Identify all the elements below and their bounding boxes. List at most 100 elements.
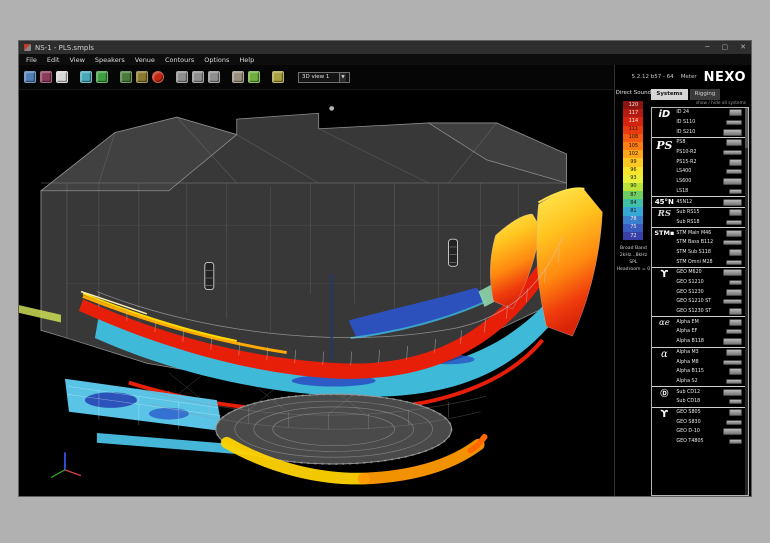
listener-position-3-icon[interactable] bbox=[208, 71, 220, 83]
scale-band: 99 bbox=[623, 158, 643, 166]
mapping-icon[interactable] bbox=[136, 71, 148, 83]
tab-systems[interactable]: Systems bbox=[651, 89, 687, 100]
palette-item[interactable]: GEO S805 bbox=[676, 408, 745, 418]
palette-item[interactable]: Alpha S2 bbox=[676, 377, 745, 387]
menu-options[interactable]: Options bbox=[204, 56, 229, 64]
speaker-thumbnail bbox=[729, 368, 742, 375]
palette-item[interactable]: Alpha M3 bbox=[676, 348, 745, 358]
palette-item[interactable]: LS18 bbox=[676, 187, 745, 197]
menu-help[interactable]: Help bbox=[239, 56, 254, 64]
maximize-button[interactable]: ▢ bbox=[722, 41, 729, 54]
palette-item[interactable]: Alpha B118 bbox=[676, 337, 745, 347]
viewport-3d[interactable] bbox=[19, 90, 614, 496]
window-title: NS-1 - PLS.smpls bbox=[35, 44, 94, 52]
series-logo-text: Ⓓ bbox=[660, 388, 668, 399]
speaker-thumbnail bbox=[726, 349, 742, 356]
palette-item[interactable]: STM Main M46 bbox=[676, 228, 745, 238]
palette-section-alpha-e-series: αeAlpha EMAlpha EFAlpha B118 bbox=[652, 317, 745, 347]
menu-venue[interactable]: Venue bbox=[135, 56, 155, 64]
palette-item-label: Alpha M8 bbox=[676, 360, 723, 365]
palette-item[interactable]: STM Bass B112 bbox=[676, 238, 745, 248]
open-project-icon[interactable] bbox=[24, 71, 36, 83]
chevron-down-icon[interactable]: ▼ bbox=[339, 73, 346, 82]
speaker-thumbnail bbox=[723, 240, 742, 245]
stm-series-logo: STM▪ bbox=[652, 228, 676, 267]
palette-item[interactable]: GEO T4805 bbox=[676, 437, 745, 447]
palette-item[interactable]: Alpha EM bbox=[676, 317, 745, 327]
speaker-thumbnail bbox=[726, 420, 742, 425]
palette-item-label: GEO D-10 bbox=[676, 429, 723, 434]
minimize-button[interactable]: ─ bbox=[705, 41, 709, 54]
scale-band: 84 bbox=[623, 199, 643, 207]
palette-item[interactable]: GEO S830 bbox=[676, 417, 745, 427]
scale-band: 96 bbox=[623, 167, 643, 175]
palette-section-45n-series: 45°N45N12 bbox=[652, 197, 745, 208]
menu-file[interactable]: File bbox=[26, 56, 37, 64]
add-speaker-icon[interactable] bbox=[96, 71, 108, 83]
menu-view[interactable]: View bbox=[69, 56, 84, 64]
close-button[interactable]: ✕ bbox=[740, 41, 746, 54]
palette-item-label: GEO S1210 ST bbox=[676, 299, 723, 304]
palette-item[interactable]: LS600 bbox=[676, 177, 745, 187]
link-views-icon[interactable] bbox=[80, 71, 92, 83]
palette-item[interactable]: GEO D-10 bbox=[676, 427, 745, 437]
compute-icon[interactable] bbox=[152, 71, 164, 83]
palette-item[interactable]: PS8 bbox=[676, 138, 745, 148]
palette-item-label: Alpha EF bbox=[676, 329, 726, 334]
palette-item[interactable]: Sub RS15 bbox=[676, 208, 745, 218]
units-label: Meter bbox=[681, 74, 697, 80]
tab-rigging[interactable]: Rigging bbox=[690, 89, 721, 100]
palette-item[interactable]: Alpha EF bbox=[676, 327, 745, 337]
scale-band: 111 bbox=[623, 126, 643, 134]
scale-value: 87 bbox=[630, 193, 636, 198]
scale-value: 108 bbox=[629, 135, 639, 140]
palette-item[interactable]: PS15-R2 bbox=[676, 157, 745, 167]
palette-item[interactable]: 45N12 bbox=[676, 197, 745, 207]
menu-edit[interactable]: Edit bbox=[47, 56, 60, 64]
options-icon[interactable] bbox=[272, 71, 284, 83]
scale-value: 102 bbox=[629, 152, 639, 157]
palette-item[interactable]: Alpha B115 bbox=[676, 367, 745, 377]
rigging-point[interactable] bbox=[329, 106, 334, 111]
palette-item[interactable]: Sub RS18 bbox=[676, 218, 745, 228]
palette-item[interactable]: STM Omni M28 bbox=[676, 257, 745, 267]
scale-value: 75 bbox=[630, 225, 636, 230]
toolbar: 3D view 1▼ bbox=[19, 65, 614, 90]
speaker-thumbnail bbox=[726, 220, 742, 225]
alpha-series-logo: α bbox=[652, 348, 676, 387]
palette-item[interactable]: GEO S1230 bbox=[676, 287, 745, 297]
palette-item[interactable]: ID S210 bbox=[676, 127, 745, 137]
speaker-thumbnail bbox=[726, 120, 742, 125]
menu-contours[interactable]: Contours bbox=[165, 56, 194, 64]
palette-item[interactable]: Sub CD12 bbox=[676, 387, 745, 397]
version-label: 5.2.12 b57 - 64 bbox=[631, 74, 673, 80]
view-selector[interactable]: 3D view 1▼ bbox=[298, 72, 350, 83]
palette-item[interactable]: ID S110 bbox=[676, 118, 745, 128]
listener-position-2-icon[interactable] bbox=[192, 71, 204, 83]
palette-item-label: GEO S805 bbox=[676, 410, 729, 415]
save-project-icon[interactable] bbox=[40, 71, 52, 83]
palette-item[interactable]: Alpha M8 bbox=[676, 357, 745, 367]
palette-item[interactable]: ID 24 bbox=[676, 108, 745, 118]
palette-item-label: ID 24 bbox=[676, 110, 729, 115]
scale-value: 78 bbox=[630, 217, 636, 222]
palette-item[interactable]: LS400 bbox=[676, 167, 745, 177]
listener-position-1-icon[interactable] bbox=[176, 71, 188, 83]
new-view-icon[interactable] bbox=[56, 71, 68, 83]
title-bar[interactable]: NS-1 - PLS.smpls ─ ▢ ✕ bbox=[19, 41, 751, 54]
palette-scrollbar[interactable] bbox=[745, 108, 748, 495]
palette-item[interactable]: GEO S1210 bbox=[676, 278, 745, 288]
scale-band: 78 bbox=[623, 216, 643, 224]
palette-item[interactable]: STM Sub S118 bbox=[676, 248, 745, 258]
menu-bar: File Edit View Speakers Venue Contours Options… bbox=[19, 54, 751, 65]
palette-item[interactable]: GEO M620 bbox=[676, 268, 745, 278]
measure-icon[interactable] bbox=[248, 71, 260, 83]
palette-item[interactable]: PS10-R2 bbox=[676, 148, 745, 158]
speaker-thumbnail bbox=[723, 199, 742, 206]
palette-item[interactable]: GEO S1210 ST bbox=[676, 297, 745, 307]
menu-speakers[interactable]: Speakers bbox=[95, 56, 125, 64]
palette-item[interactable]: GEO S1230 ST bbox=[676, 307, 745, 317]
venue-editor-icon[interactable] bbox=[120, 71, 132, 83]
rotate-view-icon[interactable] bbox=[232, 71, 244, 83]
palette-item[interactable]: Sub CD18 bbox=[676, 397, 745, 407]
